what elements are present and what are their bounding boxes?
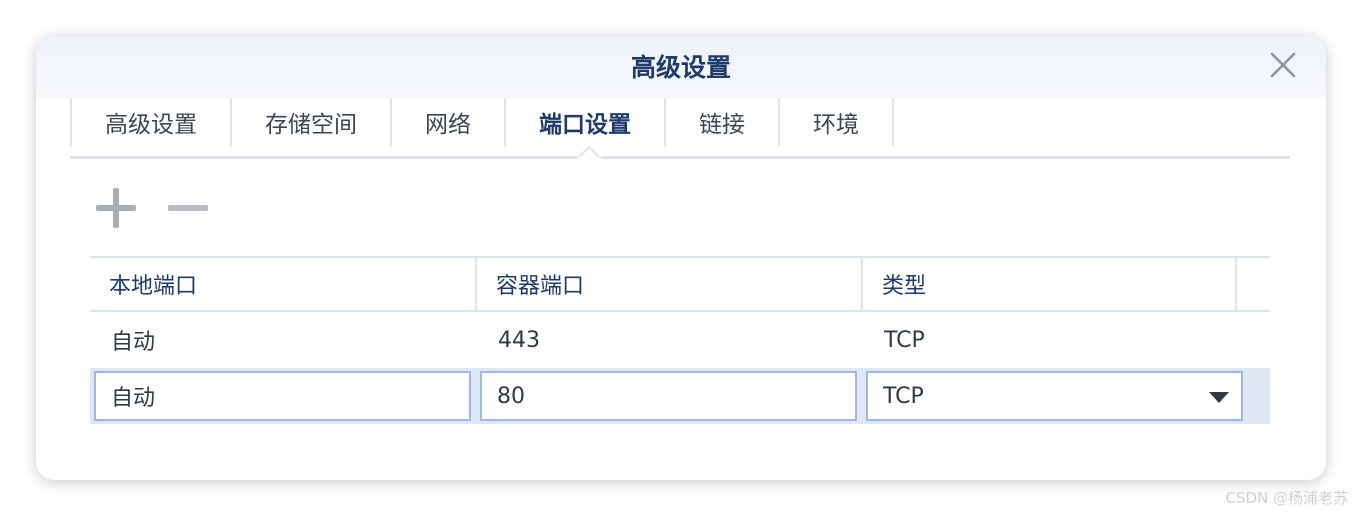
advanced-settings-dialog: 高级设置 高级设置 存储空间 网络 端口设置 链接 环境 本地端口 容器端口 类… <box>36 36 1326 480</box>
tab-network[interactable]: 网络 <box>392 98 506 146</box>
port-mapping-table: 本地端口 容器端口 类型 自动 443 TCP 自动 80 TCP <box>90 256 1270 424</box>
tab-divider <box>70 156 1290 159</box>
local-port-input[interactable]: 自动 <box>94 371 471 421</box>
minus-icon[interactable] <box>166 186 210 230</box>
tab-bar: 高级设置 存储空间 网络 端口设置 链接 环境 <box>70 98 894 158</box>
tab-advanced-settings[interactable]: 高级设置 <box>70 98 232 146</box>
tab-links[interactable]: 链接 <box>666 98 780 146</box>
tab-storage[interactable]: 存储空间 <box>232 98 392 146</box>
table-header: 本地端口 容器端口 类型 <box>90 256 1270 312</box>
column-header-type[interactable]: 类型 <box>863 258 1237 310</box>
tab-port-settings[interactable]: 端口设置 <box>506 98 666 146</box>
cell-type: TCP <box>884 327 925 353</box>
tab-environment[interactable]: 环境 <box>780 98 894 146</box>
dialog-title: 高级设置 <box>630 53 731 82</box>
type-select-value: TCP <box>883 383 924 409</box>
watermark: CSDN @杨浦老苏 <box>1225 489 1348 507</box>
plus-icon[interactable] <box>94 186 138 230</box>
type-select[interactable]: TCP <box>866 371 1243 421</box>
column-header-local-port[interactable]: 本地端口 <box>90 258 477 310</box>
table-row[interactable]: 自动 443 TCP <box>90 312 1270 368</box>
chevron-down-icon <box>1209 392 1229 403</box>
close-icon[interactable] <box>1268 50 1298 80</box>
table-row-editing: 自动 80 TCP <box>90 368 1270 424</box>
container-port-input[interactable]: 80 <box>480 371 857 421</box>
active-tab-indicator <box>577 145 601 159</box>
cell-local-port: 自动 <box>111 330 156 355</box>
column-header-container-port[interactable]: 容器端口 <box>477 258 863 310</box>
title-bar: 高级设置 <box>36 36 1326 98</box>
cell-container-port: 443 <box>498 327 540 353</box>
